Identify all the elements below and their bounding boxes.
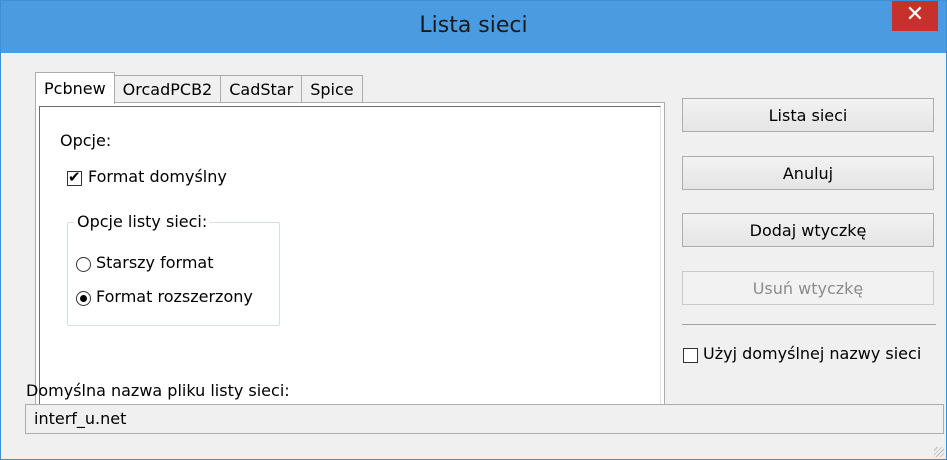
old-format-label[interactable]: Starszy format [96, 253, 213, 272]
tab-pcbnew[interactable]: Pcbnew [35, 72, 115, 104]
tab-orcadpcb2[interactable]: OrcadPCB2 [113, 75, 222, 104]
default-format-label[interactable]: Format domyślny [88, 167, 227, 186]
netlist-options-group: Opcje listy sieci: Starszy format Format… [67, 212, 280, 326]
add-plugin-button[interactable]: Dodaj wtyczkę [682, 213, 934, 247]
extended-format-radio[interactable] [76, 291, 91, 306]
netlist-dialog: Lista sieci ✕ Pcbnew OrcadPCB2 CadStar S… [0, 0, 947, 460]
netlist-options-group-title: Opcje listy sieci: [74, 212, 211, 231]
close-button[interactable]: ✕ [892, 1, 938, 31]
tab-spice[interactable]: Spice [301, 75, 363, 104]
separator [682, 324, 936, 325]
extended-format-label[interactable]: Format rozszerzony [96, 287, 253, 306]
window-title: Lista sieci [419, 13, 528, 38]
netlist-button[interactable]: Lista sieci [682, 98, 934, 132]
tab-panel-inner: Opcje: Format domyślny Opcje listy sieci… [39, 106, 661, 408]
dialog-body: Pcbnew OrcadPCB2 CadStar Spice Opcje: Fo… [9, 53, 944, 451]
close-icon: ✕ [905, 2, 925, 27]
title-bar[interactable]: Lista sieci ✕ [1, 1, 946, 53]
tab-panel-pcbnew: Opcje: Format domyślny Opcje listy sieci… [35, 102, 665, 412]
cancel-button[interactable]: Anuluj [682, 156, 934, 190]
options-label: Opcje: [60, 131, 112, 150]
old-format-radio[interactable] [76, 257, 91, 272]
resize-grip[interactable] [934, 447, 944, 457]
filename-label: Domyślna nazwa pliku listy sieci: [26, 381, 290, 400]
tab-bar: Pcbnew OrcadPCB2 CadStar Spice [35, 72, 363, 104]
use-default-name-checkbox[interactable] [683, 348, 698, 363]
use-default-name-label[interactable]: Użyj domyślnej nazwy sieci [703, 344, 921, 363]
filename-field[interactable]: interf_u.net [25, 404, 944, 434]
tab-cadstar[interactable]: CadStar [220, 75, 303, 104]
default-format-checkbox[interactable] [67, 168, 82, 186]
remove-plugin-button: Usuń wtyczkę [682, 271, 934, 305]
